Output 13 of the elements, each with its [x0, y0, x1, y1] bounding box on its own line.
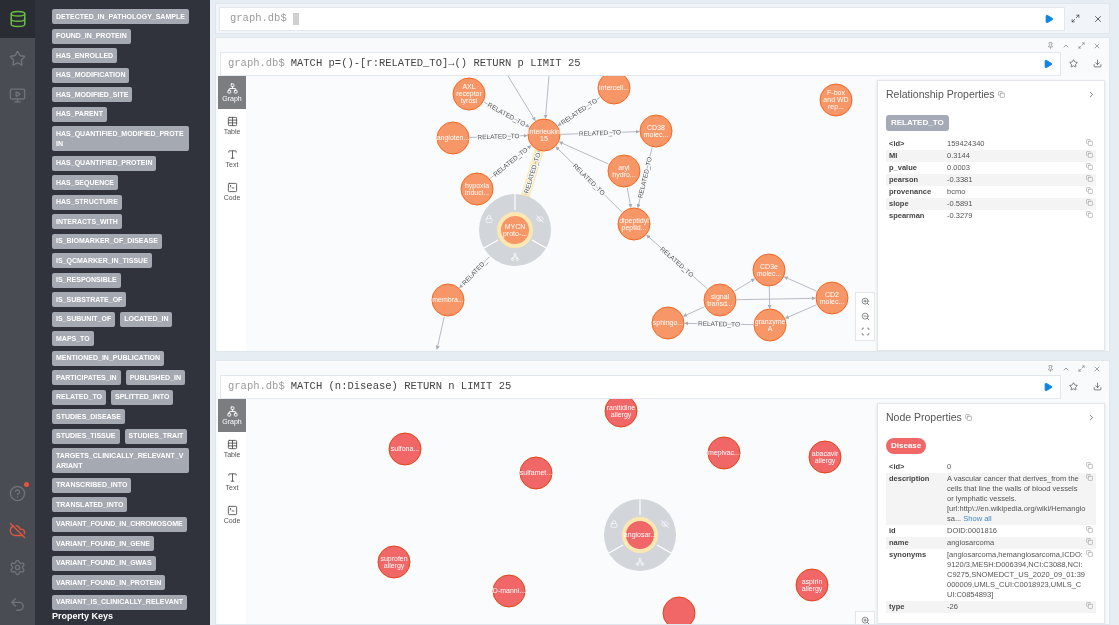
query-field[interactable]: graph.db$ MATCH (n:Disease) RETURN n LIMIT 25: [220, 374, 1061, 399]
query-field[interactable]: graph.db$ MATCH p=()-[r:RELATED_TO]→() RETURN p LIMIT 25: [220, 51, 1061, 76]
panel-title: Node Properties: [886, 410, 962, 425]
label-badge[interactable]: RELATED_TO: [886, 114, 949, 131]
prompt-text: graph.db$: [228, 55, 285, 71]
query-text: MATCH (n:Disease) RETURN n LIMIT 25: [290, 378, 512, 394]
command-field[interactable]: graph.db$: [219, 6, 1065, 31]
query-text: MATCH p=()-[r:RELATED_TO]→() RETURN p LIMIT 25: [290, 55, 581, 71]
prompt-text: graph.db$: [228, 378, 285, 394]
label-badge[interactable]: Disease: [886, 437, 927, 454]
prompt-text: graph.db$: [230, 10, 287, 26]
section-heading: Property Keys: [52, 609, 115, 623]
panel-title: Relationship Properties: [886, 87, 995, 102]
